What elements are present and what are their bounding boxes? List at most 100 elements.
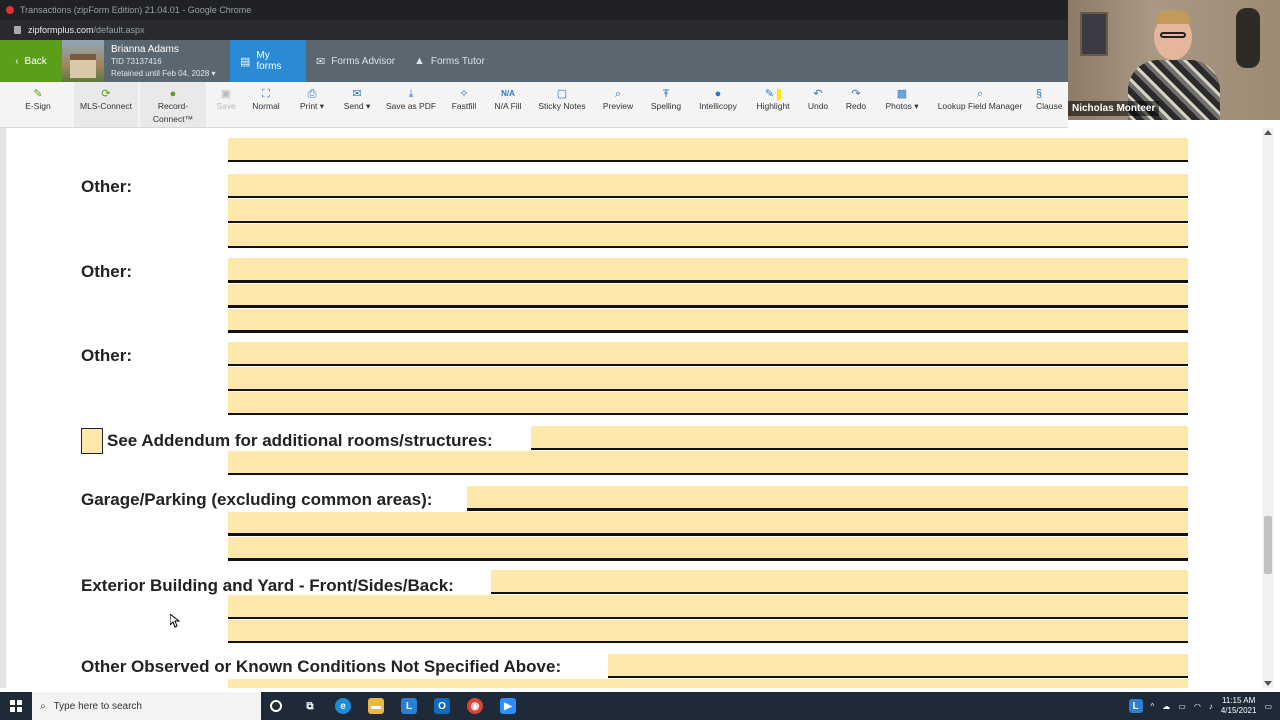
- other-label: Other:: [81, 346, 132, 365]
- tool-label: Save: [216, 101, 236, 111]
- other-field-3-line-1[interactable]: [228, 342, 1188, 366]
- clock-time: 11:15 AM: [1222, 696, 1256, 705]
- na-fill-button[interactable]: N/A N/A Fill: [490, 88, 526, 113]
- outlook-icon[interactable]: O: [434, 698, 450, 714]
- vertical-scrollbar[interactable]: [1262, 128, 1274, 688]
- lookup-icon: ⌕: [976, 88, 984, 100]
- exterior-field-line-1[interactable]: [491, 570, 1188, 594]
- task-view-icon[interactable]: ⧉: [302, 698, 318, 714]
- transaction-info[interactable]: Brianna Adams TID 73137416 Retained unti…: [111, 44, 216, 80]
- exterior-field-line-2[interactable]: [228, 595, 1188, 619]
- undo-button[interactable]: ↶ Undo: [804, 88, 832, 113]
- save-as-pdf-button[interactable]: ⤓ Save as PDF: [384, 88, 438, 113]
- addendum-checkbox[interactable]: [81, 428, 103, 454]
- send-button[interactable]: ✉ Send ▾: [338, 88, 376, 113]
- chrome-taskbar-icon[interactable]: ◉: [467, 698, 483, 714]
- other-field-1-line-3[interactable]: [228, 224, 1188, 248]
- tool-label: Fastfill: [451, 101, 477, 111]
- tab-forms-advisor[interactable]: ✉ Forms Advisor: [306, 40, 405, 82]
- highlight-button[interactable]: ✎ Highlight: [752, 88, 794, 113]
- file-explorer-icon[interactable]: ▬: [368, 698, 384, 714]
- tool-label: Normal: [252, 101, 280, 111]
- sticky-notes-button[interactable]: ▢ Sticky Notes: [536, 88, 588, 113]
- person-hair: [1156, 10, 1190, 24]
- other-field-1-line-2[interactable]: [228, 199, 1188, 223]
- intellicopy-button[interactable]: ● Intellicopy: [694, 88, 742, 113]
- network-icon[interactable]: ▭: [1178, 702, 1186, 711]
- clock[interactable]: 11:15 AM 4/15/2021: [1221, 696, 1257, 716]
- cortana-icon[interactable]: [270, 700, 282, 712]
- tab-label: Forms Tutor: [430, 55, 485, 67]
- spelling-icon: Ŧ: [662, 88, 670, 100]
- exterior-field-line-3[interactable]: [228, 620, 1188, 643]
- tab-label: My forms: [256, 50, 282, 72]
- zoom-icon[interactable]: ▶: [500, 698, 516, 714]
- retained-until: Retained until Feb 04, 2028 ▾: [111, 69, 216, 78]
- start-button[interactable]: [0, 692, 32, 720]
- back-button[interactable]: ‹ Back: [0, 40, 62, 82]
- tool-label: Record-: [157, 101, 189, 111]
- print-button[interactable]: ⎙ Print ▾: [294, 88, 330, 113]
- photos-icon: ▩: [896, 88, 908, 100]
- e-sign-button[interactable]: ✎ E-Sign: [22, 88, 54, 113]
- addendum-field-line-2[interactable]: [228, 451, 1188, 475]
- mls-connect-button[interactable]: ⟳ MLS-Connect: [74, 82, 138, 127]
- save-button[interactable]: ▣ Save: [212, 88, 240, 113]
- tool-label: Save as PDF: [385, 101, 437, 111]
- spelling-button[interactable]: Ŧ Spelling: [646, 88, 686, 113]
- lwolf-app-icon[interactable]: L: [401, 698, 417, 714]
- chevron-up-icon[interactable]: ^: [1151, 702, 1155, 711]
- tool-label: Intellicopy: [699, 101, 737, 111]
- garage-field-line-3[interactable]: [228, 537, 1188, 561]
- text-field[interactable]: [228, 138, 1188, 162]
- tool-label-line2: Connect™: [152, 114, 194, 124]
- transaction-id: TID 73137416: [111, 57, 162, 66]
- tool-label: Redo: [845, 101, 867, 111]
- lookup-field-manager-button[interactable]: ⌕ Lookup Field Manager: [936, 88, 1024, 113]
- lwolf-tray-icon[interactable]: L: [1128, 699, 1143, 713]
- normal-view-icon: ⛶: [262, 88, 270, 100]
- notification-icon[interactable]: ▭: [1264, 702, 1272, 711]
- taskbar-search[interactable]: ⌕ Type here to search: [32, 692, 261, 720]
- photos-button[interactable]: ▩ Photos ▾: [882, 88, 922, 113]
- other-field-3-line-3[interactable]: [228, 392, 1188, 415]
- print-icon: ⎙: [307, 88, 317, 100]
- intellicopy-icon: ●: [714, 88, 722, 100]
- onedrive-icon[interactable]: ☁: [1162, 702, 1170, 711]
- scrollbar-thumb[interactable]: [1264, 516, 1272, 574]
- record-connect-button[interactable]: ● Record- Connect™: [140, 82, 206, 127]
- tab-forms-tutor[interactable]: ▲ Forms Tutor: [404, 40, 495, 82]
- tool-label: Sticky Notes: [538, 101, 586, 111]
- garage-parking-label: Garage/Parking (excluding common areas):: [81, 490, 433, 509]
- scroll-down-icon[interactable]: [1264, 681, 1272, 686]
- other-field-1-line-1[interactable]: [228, 174, 1188, 198]
- conditions-field-line-1[interactable]: [608, 654, 1188, 678]
- mls-icon: ⟳: [101, 88, 111, 100]
- normal-view-button[interactable]: ⛶ Normal: [248, 88, 284, 113]
- garage-field-line-2[interactable]: [228, 512, 1188, 536]
- tool-label: Undo: [807, 101, 829, 111]
- tab-my-forms[interactable]: ▤ My forms: [230, 40, 306, 82]
- user-name: Brianna Adams: [111, 44, 179, 55]
- pen-icon: ✎: [33, 88, 43, 100]
- wall-art: [1080, 12, 1108, 56]
- save-icon: ▣: [220, 88, 232, 100]
- preview-button[interactable]: ⌕ Preview: [598, 88, 638, 113]
- wifi-icon[interactable]: ◠: [1194, 702, 1201, 711]
- other-field-2-line-2[interactable]: [228, 284, 1188, 308]
- volume-icon[interactable]: ♪: [1209, 702, 1213, 711]
- windows-taskbar: ⌕ Type here to search ⧉ e ▬ L O ◉ ▶ L ^ …: [0, 692, 1280, 720]
- other-field-2-line-1[interactable]: [228, 258, 1188, 283]
- fastfill-button[interactable]: ✧ Fastfill: [446, 88, 482, 113]
- redo-button[interactable]: ↷ Redo: [842, 88, 870, 113]
- garage-field-line-1[interactable]: [467, 486, 1188, 511]
- toolbar: ✎ E-Sign ⟳ MLS-Connect ● Record- Connect…: [0, 82, 1068, 128]
- other-field-3-line-2[interactable]: [228, 367, 1188, 391]
- tool-label: Highlight: [756, 101, 790, 111]
- clause-button[interactable]: § Clause: [1036, 88, 1068, 113]
- addendum-field-line-1[interactable]: [531, 426, 1188, 450]
- scroll-up-icon[interactable]: [1264, 130, 1272, 135]
- conditions-field-line-2[interactable]: [228, 679, 1188, 688]
- other-field-2-line-3[interactable]: [228, 309, 1188, 333]
- edge-icon[interactable]: e: [335, 698, 351, 714]
